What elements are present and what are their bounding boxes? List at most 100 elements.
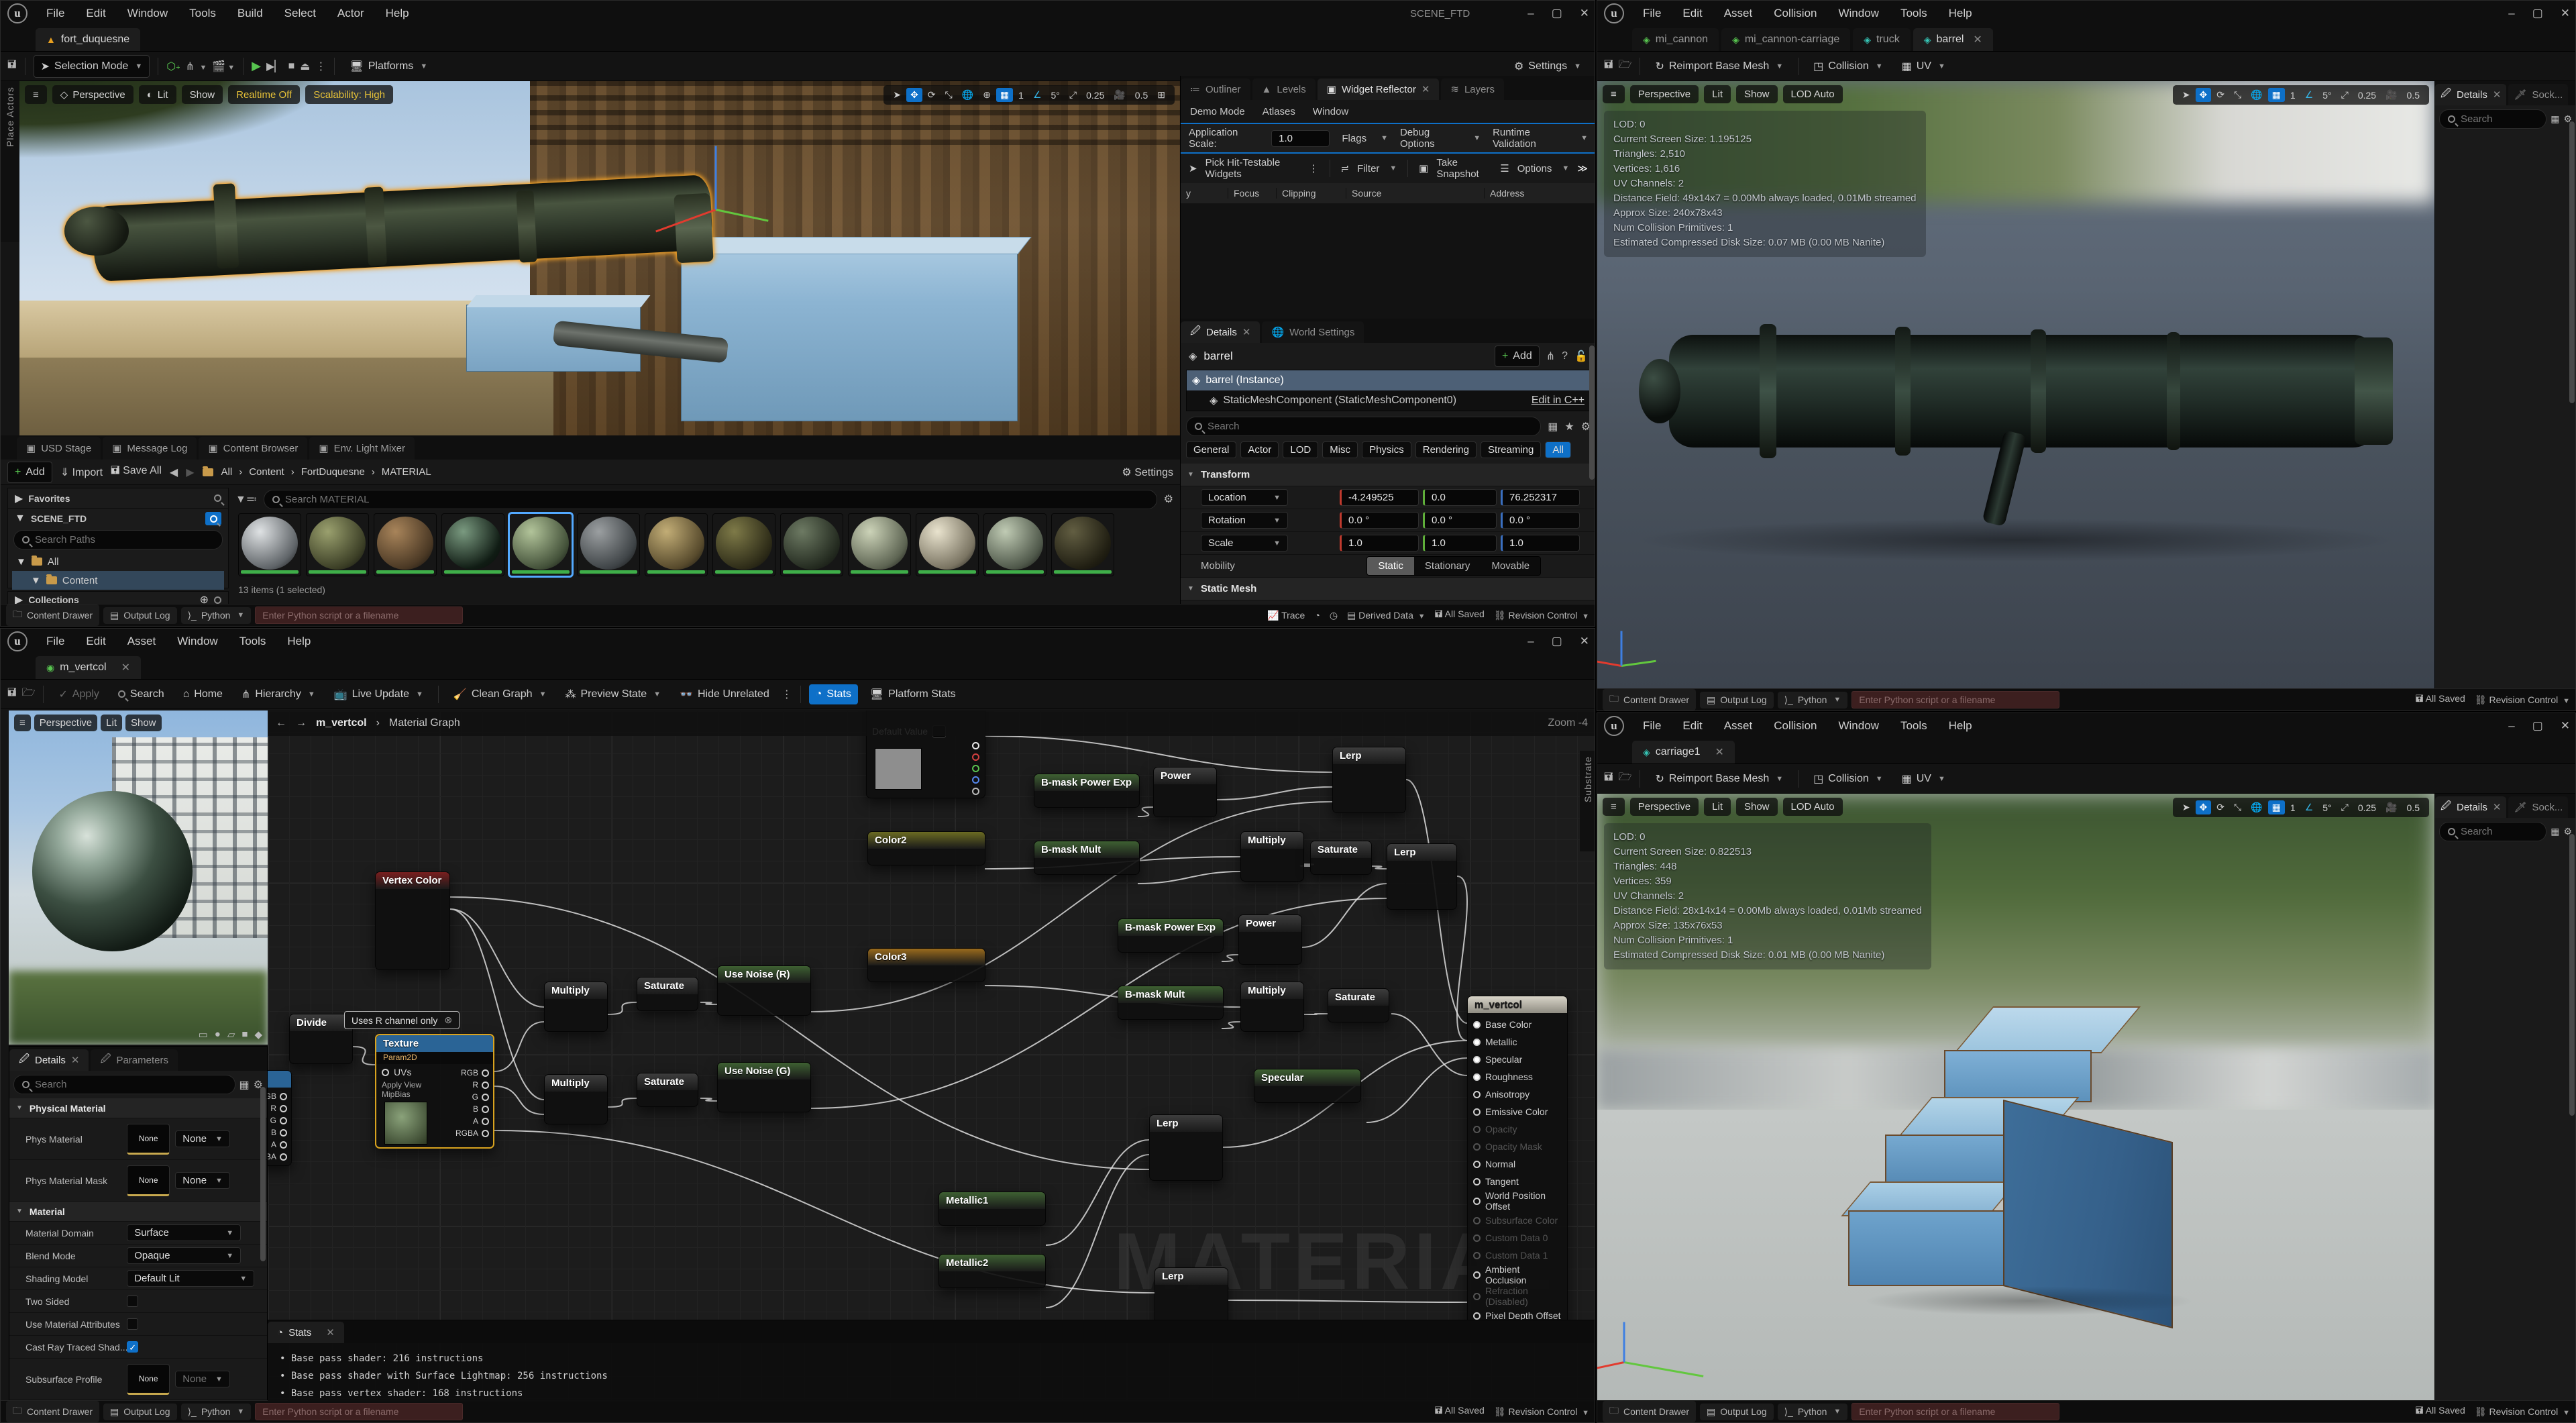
crumb-material[interactable]: MATERIAL [382,466,431,478]
substrate-vertical-tab[interactable]: Substrate [1580,751,1595,851]
graph-node[interactable]: Use Noise (R) [717,965,811,1016]
material-input-pin[interactable] [1473,1126,1481,1133]
transform-axis-dropdown[interactable]: Rotation▼ [1201,512,1288,529]
viewport-options-icon[interactable]: ≡ [14,715,31,731]
asset-search-input[interactable]: Search MATERIAL [264,490,1157,509]
place-actors-vertical-tab[interactable]: Place Actors [1,81,19,242]
content-drawer-button[interactable]: 🗀Content Drawer [6,1401,99,1422]
display-options-icon[interactable]: ▦ [1548,420,1558,433]
physmask-none-thumb[interactable]: None [127,1165,170,1196]
x-field[interactable]: 1.0 [1340,535,1419,551]
viewport-options-icon[interactable]: ≡ [1603,85,1625,103]
output-log-button[interactable]: ▤Output Log [1700,1404,1774,1420]
material-asset-thumbnail[interactable] [780,513,843,576]
material-asset-thumbnail[interactable] [238,513,301,576]
component-row-staticmesh[interactable]: ◈StaticMeshComponent (StaticMeshComponen… [1187,390,1590,411]
rotate-tool-icon[interactable]: ⟳ [924,88,940,102]
blend-dropdown[interactable]: Opaque▼ [127,1247,241,1264]
expander-icon[interactable]: ▼ [15,513,25,525]
drawer-tab[interactable]: ▣Content Browser [199,437,307,460]
select-tool-icon[interactable]: ➤ [2178,88,2194,102]
material-asset-thumbnail[interactable] [983,513,1046,576]
grid-snap-icon[interactable]: ▦ [2268,88,2285,102]
material-input-pin[interactable] [1473,1271,1481,1279]
menu-item[interactable]: Tools [180,4,225,23]
menu-item[interactable]: Edit [1673,4,1711,23]
viewport-options-icon[interactable]: ≡ [1603,798,1625,816]
graph-node[interactable]: Use Noise (G) [717,1062,811,1112]
collision-dropdown[interactable]: ◳Collision▼ [1807,768,1889,790]
close-icon[interactable]: ✕ [71,1054,80,1066]
material-asset-thumbnail[interactable] [712,513,775,576]
close-icon[interactable]: ✕ [2561,7,2570,20]
output-log-button[interactable]: ▤Output Log [103,607,177,624]
lit-dropdown[interactable]: Lit [101,715,122,731]
cmd-dropdown[interactable]: ⟩_Python▼ [1778,692,1848,708]
menu-item[interactable]: Build [228,4,272,23]
material-asset-thumbnail[interactable] [1051,513,1114,576]
close-icon[interactable]: ✕ [1242,326,1251,338]
browse-icon[interactable]: 🗁 [1619,770,1632,788]
pick-widgets-button[interactable]: Pick Hit-Testable Widgets [1205,157,1301,180]
preview-sphere-icon[interactable]: ● [215,1029,221,1041]
graph-node[interactable]: Lerp [1387,843,1457,910]
add-button[interactable]: +Add [7,462,52,483]
close-icon[interactable]: ✕ [2493,801,2502,813]
close-icon[interactable]: ✕ [1580,635,1589,648]
uv-dropdown[interactable]: ▦UV▼ [1895,56,1952,77]
search-icon[interactable] [214,494,221,502]
all-saved-button[interactable]: 🖬 All Saved [2416,692,2465,708]
camera-speed-value[interactable]: 0.5 [2403,89,2424,102]
trace-button[interactable]: 📈 Trace [1267,610,1305,621]
material-asset-thumbnail[interactable] [577,513,640,576]
crumb-fortduquesne[interactable]: FortDuquesne [301,466,365,478]
close-icon[interactable]: ✕ [2493,89,2502,101]
all-saved-button[interactable]: 🖬 All Saved [1435,1404,1485,1420]
graph-node[interactable]: Divide [289,1014,353,1064]
tree-item[interactable]: ▼All [12,552,224,571]
options-dropdown[interactable]: Options [1517,163,1552,174]
tab-stats[interactable]: ◔Stats✕ [268,1322,344,1343]
view-options-icon[interactable]: ⚙ [1164,492,1173,506]
menu-item[interactable]: Tools [1891,717,1937,735]
show-dropdown[interactable]: Show [1736,798,1778,816]
y-field[interactable]: 1.0 [1423,535,1497,551]
reflector-subtab[interactable]: Atlases [1263,106,1295,117]
platforms-dropdown[interactable]: 🖥Platforms▼ [343,56,434,77]
world-space-icon[interactable]: 🌐 [2247,88,2266,102]
perspective-dropdown[interactable]: ◇Perspective [52,85,133,104]
reflector-subtab[interactable]: Demo Mode [1190,106,1245,117]
titlebar[interactable]: u FileEditWindowToolsBuildSelectActorHel… [1,1,1595,26]
graph-node[interactable]: Saturate [1310,841,1372,875]
debug-options-dropdown[interactable]: Debug Options [1400,127,1459,150]
move-tool-icon[interactable]: ✥ [906,88,922,102]
console-input[interactable]: Enter Python script or a filename [1851,1403,2059,1420]
graph-node[interactable]: Metallic2 [938,1254,1046,1288]
preview-cube-icon[interactable]: ■ [241,1029,248,1041]
camera-speed-icon[interactable]: 🎥 [2381,800,2401,814]
transform-axis-dropdown[interactable]: Location▼ [1201,489,1288,506]
output-log-button[interactable]: ▤Output Log [1700,692,1774,708]
close-icon[interactable]: ✕ [1973,33,1982,46]
material-input-pin[interactable] [1473,1021,1481,1029]
material-asset-thumbnail[interactable] [306,513,369,576]
tab-fort-duquesne[interactable]: ▲ fort_duquesne [36,28,140,51]
save-icon[interactable]: 🖬 [1604,57,1613,75]
menu-item[interactable]: Window [1829,717,1888,735]
camera-speed-icon[interactable]: 🎥 [2381,88,2401,102]
camera-speed-value[interactable]: 0.5 [1131,89,1152,102]
back-icon[interactable]: ◀ [170,466,178,479]
graph-node[interactable]: Multiply [1240,982,1304,1032]
graph-node[interactable]: Multiply [1240,831,1304,882]
rotation-snap-icon[interactable]: ∠ [2301,800,2318,814]
details-search-input[interactable]: Search [2439,109,2546,129]
grid-snap-icon[interactable]: ▦ [2268,800,2285,814]
preview-plane-icon[interactable]: ▱ [227,1029,235,1041]
mesh-viewport[interactable]: ≡ Perspective Lit Show LOD Auto ➤ ✥ ⟳ ⤡ … [1597,81,2434,689]
forward-icon[interactable]: ▶ [186,466,194,479]
material-asset-thumbnail[interactable] [916,513,979,576]
app-scale-field[interactable]: 1.0 [1271,130,1330,147]
blueprint-convert-icon[interactable]: ⋔ [1546,350,1555,363]
graph-back-icon[interactable]: ← [276,717,286,729]
show-dropdown[interactable]: Show [182,85,223,104]
